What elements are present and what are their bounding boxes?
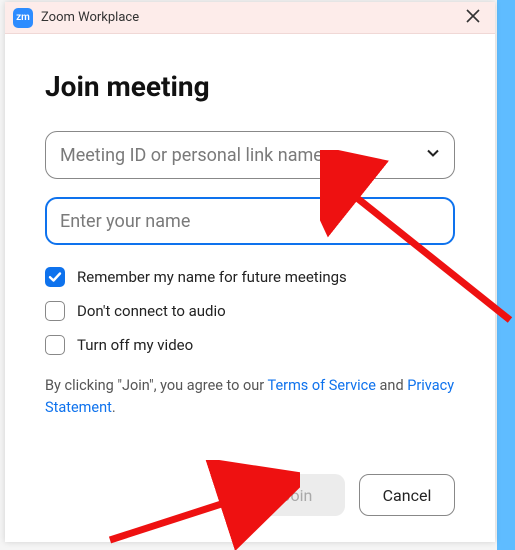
chevron-down-icon[interactable] xyxy=(425,145,441,165)
options-list: Remember my name for future meetings Don… xyxy=(45,267,455,369)
join-button-label: Join xyxy=(282,486,313,505)
cancel-button-label: Cancel xyxy=(383,486,432,505)
legal-text: By clicking "Join", you agree to our Ter… xyxy=(45,375,455,419)
window-title: Zoom Workplace xyxy=(41,10,139,25)
meeting-id-field xyxy=(45,131,455,179)
legal-middle: and xyxy=(376,377,407,394)
button-row: Join Cancel xyxy=(45,474,455,532)
join-meeting-dialog: zm Zoom Workplace Join meeting xyxy=(5,2,495,542)
meeting-id-input[interactable] xyxy=(45,131,455,179)
checkbox-remember-label: Remember my name for future meetings xyxy=(77,268,347,286)
legal-suffix: . xyxy=(112,399,116,416)
cancel-button[interactable]: Cancel xyxy=(359,474,455,516)
dialog-content: Join meeting Remember my name for future… xyxy=(5,34,495,542)
close-icon xyxy=(466,8,480,27)
checkbox-no-audio[interactable] xyxy=(45,301,65,321)
titlebar: zm Zoom Workplace xyxy=(5,2,495,34)
checkbox-no-video-label: Turn off my video xyxy=(77,336,193,354)
name-input[interactable] xyxy=(45,197,455,245)
checkbox-no-video[interactable] xyxy=(45,335,65,355)
checkbox-remember[interactable] xyxy=(45,267,65,287)
legal-prefix: By clicking "Join", you agree to our xyxy=(45,377,268,394)
option-remember-name[interactable]: Remember my name for future meetings xyxy=(45,267,455,287)
join-button[interactable]: Join xyxy=(249,474,345,516)
background-strip xyxy=(497,0,515,550)
option-no-audio[interactable]: Don't connect to audio xyxy=(45,301,455,321)
page-title: Join meeting xyxy=(45,70,455,103)
name-field xyxy=(45,197,455,245)
close-button[interactable] xyxy=(459,4,487,32)
zoom-app-icon: zm xyxy=(13,8,33,28)
checkbox-no-audio-label: Don't connect to audio xyxy=(77,302,226,320)
zoom-app-icon-text: zm xyxy=(16,12,30,23)
option-no-video[interactable]: Turn off my video xyxy=(45,335,455,355)
terms-of-service-link[interactable]: Terms of Service xyxy=(268,377,376,394)
